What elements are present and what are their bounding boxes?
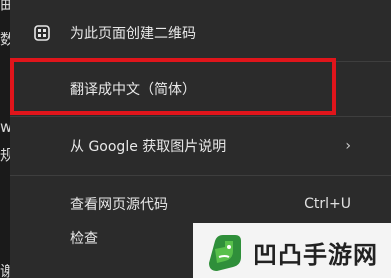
menu-item-label: 从 Google 获取图片说明 — [70, 139, 227, 155]
watermark: 凹凸手游网 — [193, 223, 391, 278]
menu-item-label: 检查 — [70, 231, 98, 247]
highlight-annotation — [10, 58, 336, 115]
watermark-text: 凹凸手游网 — [253, 241, 378, 269]
menu-item-label: 为此页面创建二维码 — [70, 26, 196, 42]
menu-item-image-description[interactable]: 从 Google 获取图片说明 › — [10, 129, 391, 163]
green-fist-logo — [209, 235, 241, 271]
menu-item-create-qr-code[interactable]: 为此页面创建二维码 — [10, 16, 391, 50]
qr-code-icon — [34, 25, 50, 41]
menu-separator — [10, 116, 391, 117]
chevron-right-icon: › — [345, 138, 351, 154]
screen: 曲 数 w 规 谢潮 为此页面创建二维码 翻译成中文（简体） 从 Google … — [0, 0, 391, 278]
menu-item-shortcut: Ctrl+U — [304, 196, 351, 212]
menu-item-label: 查看网页源代码 — [70, 197, 168, 213]
menu-item-view-source[interactable]: 查看网页源代码 Ctrl+U — [10, 187, 391, 221]
menu-separator — [10, 175, 391, 176]
